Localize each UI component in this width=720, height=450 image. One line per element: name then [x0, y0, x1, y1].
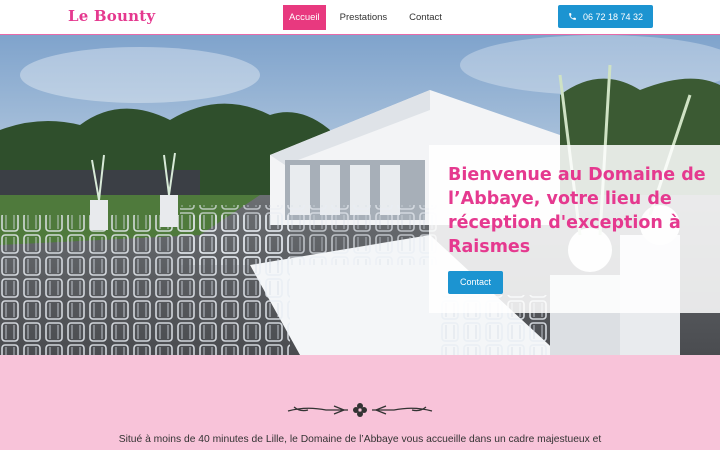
phone-button[interactable]: 06 72 18 74 32 [558, 5, 653, 28]
main-nav: Accueil Prestations Contact [283, 5, 456, 30]
nav-contact[interactable]: Contact [401, 5, 450, 30]
hero-contact-button[interactable]: Contact [448, 271, 503, 294]
hero-banner: Bienvenue au Domaine de l’Abbaye, votre … [0, 35, 720, 355]
top-navbar: Le Bounty Accueil Prestations Contact 06… [0, 0, 720, 35]
nav-accueil[interactable]: Accueil [283, 5, 326, 30]
intro-text: Situé à moins de 40 minutes de Lille, le… [118, 434, 602, 445]
phone-icon [569, 13, 576, 20]
hero-overlay-panel: Bienvenue au Domaine de l’Abbaye, votre … [429, 145, 720, 313]
hero-title: Bienvenue au Domaine de l’Abbaye, votre … [448, 165, 706, 257]
phone-number: 06 72 18 74 32 [582, 11, 644, 22]
site-logo[interactable]: Le Bounty [68, 7, 155, 25]
intro-section: Situé à moins de 40 minutes de Lille, le… [0, 355, 720, 450]
flourish-ornament-icon [287, 403, 433, 417]
nav-prestations[interactable]: Prestations [332, 5, 396, 30]
